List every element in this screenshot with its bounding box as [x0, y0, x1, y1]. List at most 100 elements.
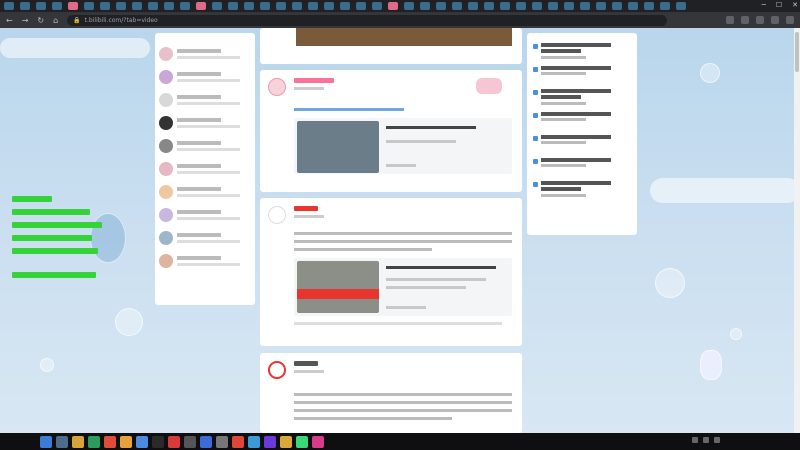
tab-favicon[interactable] [228, 2, 238, 10]
minimize-icon[interactable]: ─ [762, 1, 766, 9]
taskbar-app-icon[interactable] [216, 435, 228, 448]
extension-icon[interactable] [756, 16, 764, 24]
tab-favicon[interactable] [644, 2, 654, 10]
ime-icon[interactable] [714, 437, 720, 443]
trending-item[interactable] [533, 158, 631, 181]
tab-favicon[interactable] [164, 2, 174, 10]
taskbar-app-icon[interactable] [152, 435, 164, 448]
live-item[interactable] [159, 134, 251, 157]
tab-favicon[interactable] [180, 2, 190, 10]
tab-favicon[interactable] [116, 2, 126, 10]
tab-favicon[interactable] [196, 2, 206, 10]
tab-favicon[interactable] [244, 2, 254, 10]
video-thumbnail[interactable] [297, 121, 379, 173]
tab-favicon[interactable] [548, 2, 558, 10]
volume-icon[interactable] [703, 437, 709, 443]
video-thumbnail[interactable] [296, 28, 512, 46]
tab-favicon[interactable] [356, 2, 366, 10]
tab-favicon[interactable] [52, 2, 62, 10]
tab-favicon[interactable] [532, 2, 542, 10]
start-icon[interactable] [40, 435, 52, 448]
taskbar-app-icon[interactable] [248, 435, 260, 448]
live-item[interactable] [159, 157, 251, 180]
tab-favicon[interactable] [260, 2, 270, 10]
live-item[interactable] [159, 180, 251, 203]
scrollbar-thumb[interactable] [795, 32, 799, 72]
tab-favicon[interactable] [676, 2, 686, 10]
tab-favicon[interactable] [660, 2, 670, 10]
tab-favicon[interactable] [580, 2, 590, 10]
tab-favicon[interactable] [564, 2, 574, 10]
tab-favicon[interactable] [212, 2, 222, 10]
tab-favicon[interactable] [36, 2, 46, 10]
tab-favicon[interactable] [84, 2, 94, 10]
video-thumbnail[interactable] [297, 261, 379, 313]
page-scrollbar[interactable] [794, 28, 800, 433]
tab-favicon[interactable] [388, 2, 398, 10]
tab-favicon[interactable] [404, 2, 414, 10]
tab-favicon[interactable] [436, 2, 446, 10]
live-item[interactable] [159, 88, 251, 111]
network-icon[interactable] [692, 437, 698, 443]
live-item[interactable] [159, 111, 251, 134]
tab-favicon[interactable] [500, 2, 510, 10]
tab-favicon[interactable] [596, 2, 606, 10]
live-item[interactable] [159, 42, 251, 65]
avatar[interactable] [268, 206, 286, 224]
avatar[interactable] [268, 78, 286, 96]
tab-favicon[interactable] [420, 2, 430, 10]
live-item[interactable] [159, 249, 251, 272]
live-item[interactable] [159, 226, 251, 249]
trending-item[interactable] [533, 66, 631, 89]
taskbar-app-icon[interactable] [72, 435, 84, 448]
taskbar-app-icon[interactable] [312, 435, 324, 448]
taskbar-app-icon[interactable] [264, 435, 276, 448]
taskbar-app-icon[interactable] [184, 435, 196, 448]
live-item[interactable] [159, 65, 251, 88]
taskbar-app-icon[interactable] [200, 435, 212, 448]
author-name[interactable] [294, 206, 318, 211]
tab-favicon[interactable] [148, 2, 158, 10]
trending-item[interactable] [533, 112, 631, 135]
taskbar-app-icon[interactable] [120, 435, 132, 448]
trending-item[interactable] [533, 43, 631, 66]
trending-item[interactable] [533, 89, 631, 112]
tab-favicon[interactable] [324, 2, 334, 10]
trending-item[interactable] [533, 181, 631, 204]
tab-favicon[interactable] [308, 2, 318, 10]
tab-favicon[interactable] [292, 2, 302, 10]
taskbar-app-icon[interactable] [168, 435, 180, 448]
back-icon[interactable]: ← [6, 16, 13, 25]
taskbar-app-icon[interactable] [88, 435, 100, 448]
tab-favicon[interactable] [132, 2, 142, 10]
taskbar-app-icon[interactable] [296, 435, 308, 448]
trending-item[interactable] [533, 135, 631, 158]
avatar[interactable] [268, 361, 286, 379]
tab-favicon[interactable] [276, 2, 286, 10]
reload-icon[interactable]: ↻ [37, 16, 44, 25]
forward-icon[interactable]: → [22, 16, 29, 25]
tab-favicon[interactable] [452, 2, 462, 10]
tab-favicon[interactable] [4, 2, 14, 10]
home-icon[interactable]: ⌂ [53, 16, 58, 25]
live-item[interactable] [159, 203, 251, 226]
video-card[interactable] [294, 258, 512, 316]
extension-icon[interactable] [741, 16, 749, 24]
tab-favicon[interactable] [340, 2, 350, 10]
taskbar-app-icon[interactable] [280, 435, 292, 448]
tab-favicon[interactable] [628, 2, 638, 10]
taskbar-app-icon[interactable] [56, 435, 68, 448]
extension-icon[interactable] [771, 16, 779, 24]
author-name[interactable] [294, 78, 334, 83]
tab-favicon[interactable] [468, 2, 478, 10]
video-card[interactable] [294, 118, 512, 174]
extension-icon[interactable] [726, 16, 734, 24]
taskbar-app-icon[interactable] [136, 435, 148, 448]
taskbar-app-icon[interactable] [104, 435, 116, 448]
post-topics[interactable] [294, 108, 404, 111]
tab-favicon[interactable] [612, 2, 622, 10]
tab-favicon[interactable] [68, 2, 78, 10]
tab-favicon[interactable] [516, 2, 526, 10]
tab-favicon[interactable] [100, 2, 110, 10]
tab-favicon[interactable] [484, 2, 494, 10]
